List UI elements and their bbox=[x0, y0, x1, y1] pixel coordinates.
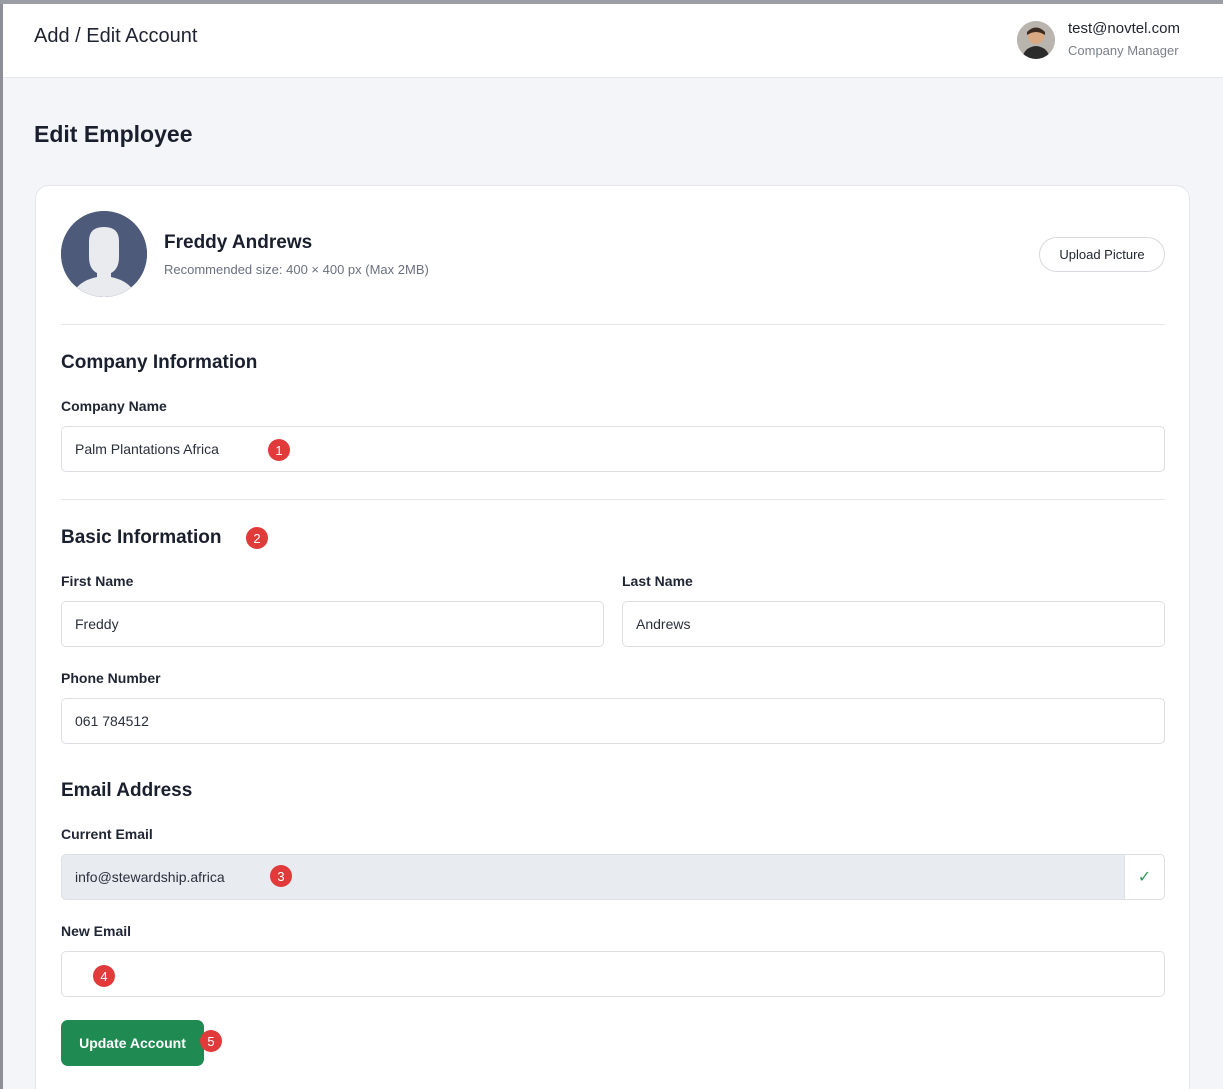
user-avatar[interactable] bbox=[1017, 21, 1055, 59]
annotation-marker-5: 5 bbox=[200, 1030, 222, 1052]
user-email[interactable]: test@novtel.com bbox=[1068, 20, 1180, 37]
last-name-input[interactable]: Andrews bbox=[622, 601, 1165, 647]
header-title: Add / Edit Account bbox=[34, 25, 198, 47]
company-name-label: Company Name bbox=[61, 398, 167, 414]
phone-number-label: Phone Number bbox=[61, 670, 161, 686]
user-role: Company Manager bbox=[1068, 43, 1179, 58]
edit-employee-card: Freddy Andrews Recommended size: 400 × 4… bbox=[35, 185, 1190, 1089]
basic-information-heading: Basic Information bbox=[61, 527, 222, 548]
update-account-button[interactable]: Update Account bbox=[61, 1020, 204, 1066]
annotation-marker-1: 1 bbox=[268, 439, 290, 461]
avatar-size-hint: Recommended size: 400 × 400 px (Max 2MB) bbox=[164, 262, 429, 277]
verified-check-icon: ✓ bbox=[1125, 854, 1165, 900]
top-bar: Add / Edit Account test@novtel.com Compa… bbox=[3, 4, 1223, 78]
page-title: Edit Employee bbox=[34, 121, 193, 147]
upload-picture-button[interactable]: Upload Picture bbox=[1039, 237, 1165, 272]
new-email-label: New Email bbox=[61, 923, 132, 939]
employee-avatar bbox=[61, 211, 147, 297]
annotation-marker-2: 2 bbox=[246, 527, 268, 549]
new-email-input[interactable] bbox=[61, 951, 1165, 997]
company-name-input[interactable]: Palm Plantations Africa bbox=[61, 426, 1165, 472]
current-email-label: Current Email bbox=[61, 826, 153, 842]
company-information-heading: Company Information bbox=[61, 352, 258, 373]
phone-number-input[interactable]: 061 784512 bbox=[61, 698, 1165, 744]
first-name-label: First Name bbox=[61, 573, 134, 589]
annotation-marker-4: 4 bbox=[93, 965, 115, 987]
section-divider bbox=[61, 324, 1165, 325]
email-address-heading: Email Address bbox=[61, 780, 193, 801]
employee-name: Freddy Andrews bbox=[164, 232, 313, 253]
person-placeholder-icon bbox=[61, 211, 147, 297]
current-email-input: info@stewardship.africa bbox=[61, 854, 1125, 900]
last-name-label: Last Name bbox=[622, 573, 693, 589]
annotation-marker-3: 3 bbox=[270, 865, 292, 887]
first-name-input[interactable]: Freddy bbox=[61, 601, 604, 647]
section-divider bbox=[61, 499, 1165, 500]
window-frame-left bbox=[0, 0, 3, 1089]
user-photo-icon bbox=[1017, 21, 1055, 59]
